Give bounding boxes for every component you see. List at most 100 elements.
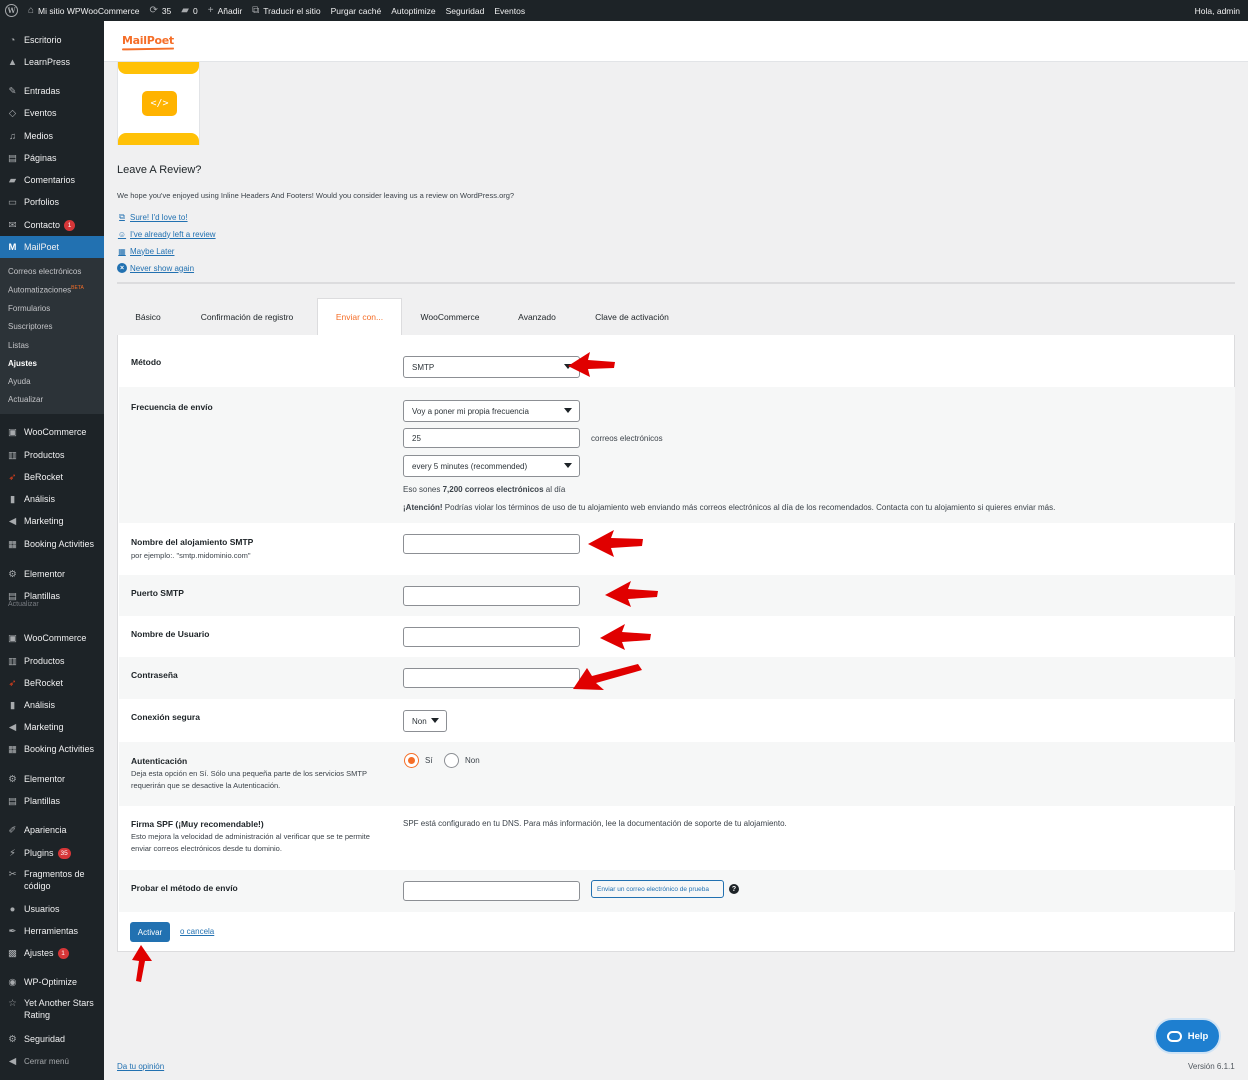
sidebar-item-analisis-2[interactable]: ▮ Análisis — [0, 694, 104, 716]
sidebar-item-mailpoet[interactable]: M MailPoet — [0, 236, 104, 258]
events-menu[interactable]: Eventos — [489, 0, 530, 21]
sidebar-item-elementor-2[interactable]: ⚙ Elementor — [0, 768, 104, 790]
row-spf: Firma SPF (¡Muy recomendable!) Esto mejo… — [119, 806, 1235, 870]
sidebar-item-marketing-2[interactable]: ◀ Marketing — [0, 716, 104, 738]
sidebar-item-eventos[interactable]: ◇ Eventos — [0, 102, 104, 124]
autenticacion-no-label: Non — [465, 756, 480, 765]
sidebar-item-wpoptimize[interactable]: ◉ WP-Optimize — [0, 971, 104, 993]
submenu-automatizaciones[interactable]: AutomatizacionesBETA — [8, 285, 84, 295]
settings-icon: ▩ — [8, 947, 17, 959]
submenu-actualizar[interactable]: Actualizar — [8, 395, 43, 404]
spf-status-text: SPF está configurado en tu DNS. Para más… — [403, 819, 787, 828]
wordpress-icon: W — [5, 4, 18, 17]
review-link-later[interactable]: ▦ Maybe Later — [117, 246, 174, 256]
conexion-select[interactable]: Non — [403, 710, 447, 732]
submenu-correos[interactable]: Correos electrónicos — [8, 267, 81, 276]
purge-cache-menu[interactable]: Purgar caché — [326, 0, 387, 21]
row-metodo: Método SMTP — [119, 335, 1235, 387]
tab-basico[interactable]: Básico — [117, 298, 179, 335]
add-new-menu[interactable]: + Añadir — [203, 0, 247, 21]
sidebar-item-learnpress[interactable]: ▲ LearnPress — [0, 51, 104, 73]
autenticacion-yes-radio[interactable] — [404, 753, 419, 768]
frecuencia-count-input[interactable]: 25 — [403, 428, 580, 448]
sidebar-item-plugins[interactable]: ⚡ Plugins 35 — [0, 842, 104, 864]
sidebar-item-productos-2[interactable]: ▥ Productos — [0, 650, 104, 672]
send-test-email-button[interactable]: Enviar un correo electrónico de prueba — [591, 880, 724, 898]
sidebar-item-berocket-2[interactable]: ➶ BeRocket — [0, 672, 104, 694]
sidebar-item-woocommerce-2[interactable]: ▣ WooCommerce — [0, 627, 104, 649]
help-icon[interactable]: ? — [729, 884, 739, 894]
submenu-formularios[interactable]: Formularios — [8, 304, 50, 313]
review-link-already[interactable]: ☺ I've already left a review — [117, 229, 216, 239]
wp-logo-menu[interactable]: W — [0, 0, 23, 21]
sidebar-item-usuarios[interactable]: ● Usuarios — [0, 898, 104, 920]
sidebar-item-booking[interactable]: ▦ Booking Activities — [0, 533, 104, 555]
sidebar-item-woocommerce[interactable]: ▣ WooCommerce — [0, 421, 104, 443]
password-input[interactable] — [403, 668, 580, 688]
tab-avanzado[interactable]: Avanzado — [502, 298, 572, 335]
sidebar-item-apariencia[interactable]: ✐ Apariencia — [0, 819, 104, 841]
sidebar-item-plantillas-2[interactable]: ▤ Plantillas — [0, 790, 104, 812]
sidebar-item-yasr[interactable]: ☆ Yet Another Stars Rating — [0, 997, 104, 1023]
collapse-menu-button[interactable]: ◀ Cerrar menú — [0, 1050, 104, 1072]
site-name-menu[interactable]: ⌂ Mi sitio WPWooCommerce — [23, 0, 144, 21]
row-frecuencia: Frecuencia de envío Voy a poner mi propi… — [119, 387, 1235, 523]
conexion-label: Conexión segura — [131, 712, 200, 722]
sidebar-item-contacto[interactable]: ✉ Contacto 1 — [0, 214, 104, 236]
sidebar-item-herramientas[interactable]: ✒ Herramientas — [0, 920, 104, 942]
tab-woocommerce[interactable]: WooCommerce — [407, 298, 493, 335]
sidebar-item-marketing[interactable]: ◀ Marketing — [0, 510, 104, 532]
mailpoet-logo: MailPoet — [122, 34, 174, 47]
mailpoet-icon: M — [8, 241, 17, 253]
review-link-sure[interactable]: ⧉ Sure! I'd love to! — [117, 212, 187, 222]
review-link-never[interactable]: × Never show again — [117, 263, 194, 273]
sidebar-item-fragmentos[interactable]: ✂ Fragmentos de código — [0, 868, 104, 894]
archive-icon: ▥ — [8, 655, 17, 667]
sidebar-item-booking-2[interactable]: ▦ Booking Activities — [0, 738, 104, 760]
tab-enviar[interactable]: Enviar con... — [317, 298, 402, 335]
account-menu[interactable]: Hola, admin — [1190, 0, 1248, 21]
chart-bar-icon: ▮ — [9, 699, 16, 711]
refresh-icon: ⟳ — [149, 5, 158, 16]
updates-menu[interactable]: ⟳ 35 — [144, 0, 176, 21]
plugin-notice-image: </> — [117, 62, 200, 145]
sidebar-item-porfolios[interactable]: ▭ Porfolios — [0, 191, 104, 213]
feedback-link[interactable]: Da tu opinión — [117, 1062, 164, 1071]
sidebar-item-entradas[interactable]: ✎ Entradas — [0, 80, 104, 102]
autoptimize-menu[interactable]: Autoptimize — [386, 0, 440, 21]
help-button[interactable]: Help — [1154, 1018, 1221, 1054]
cancel-link[interactable]: o cancela — [180, 927, 214, 936]
sidebar-item-comentarios[interactable]: ▰ Comentarios — [0, 169, 104, 191]
test-email-input[interactable] — [403, 881, 580, 901]
puerto-input[interactable] — [403, 586, 580, 606]
settings-panel: Método SMTP Frecuencia de envío Voy a po… — [117, 335, 1235, 952]
tab-clave[interactable]: Clave de activación — [582, 298, 682, 335]
sidebar-item-seguridad[interactable]: ⚙ Seguridad — [0, 1028, 104, 1050]
sidebar-item-escritorio[interactable]: ◔ Escritorio — [0, 29, 104, 51]
translate-menu[interactable]: ⧉ Traducir el sitio — [247, 0, 325, 21]
frecuencia-mode-select[interactable]: Voy a poner mi propia frecuencia — [403, 400, 580, 422]
sidebar-item-paginas[interactable]: ▤ Páginas — [0, 147, 104, 169]
security-menu[interactable]: Seguridad — [441, 0, 490, 21]
sidebar-item-ajustes[interactable]: ▩ Ajustes 1 — [0, 942, 104, 964]
metodo-select[interactable]: SMTP — [403, 356, 580, 378]
rocket-icon: ➶ — [8, 677, 17, 689]
submenu-ajustes[interactable]: Ajustes — [8, 359, 37, 368]
usuario-input[interactable] — [403, 627, 580, 647]
comments-menu[interactable]: ▰ 0 — [176, 0, 202, 21]
sidebar-item-elementor[interactable]: ⚙ Elementor — [0, 563, 104, 585]
submenu-suscriptores[interactable]: Suscriptores — [8, 322, 52, 331]
sidebar-item-medios[interactable]: ♫ Medios — [0, 125, 104, 147]
ajustes-badge: 1 — [57, 947, 69, 959]
frecuencia-label: Frecuencia de envío — [131, 402, 213, 412]
sidebar-item-productos[interactable]: ▥ Productos — [0, 444, 104, 466]
sidebar-item-berocket[interactable]: ➶ BeRocket — [0, 466, 104, 488]
frecuencia-interval-select[interactable]: every 5 minutes (recommended) — [403, 455, 580, 477]
tab-confirmacion[interactable]: Confirmación de registro — [187, 298, 307, 335]
submenu-ayuda[interactable]: Ayuda — [8, 377, 31, 386]
host-input[interactable] — [403, 534, 580, 554]
activar-button[interactable]: Activar — [130, 922, 170, 942]
sidebar-item-analisis[interactable]: ▮ Análisis — [0, 488, 104, 510]
autenticacion-no-radio[interactable] — [444, 753, 459, 768]
submenu-listas[interactable]: Listas — [8, 341, 29, 350]
